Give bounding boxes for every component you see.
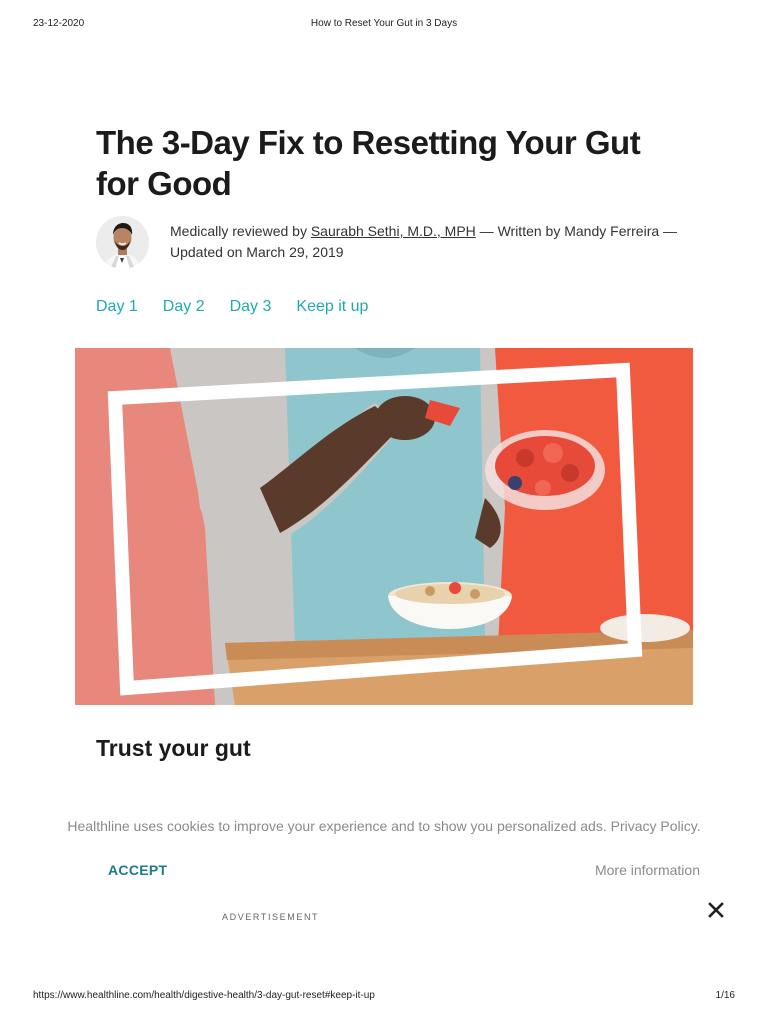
byline-text: Medically reviewed by Saurabh Sethi, M.D… [170, 221, 680, 263]
page-url: https://www.healthline.com/health/digest… [33, 990, 375, 1001]
reviewer-link[interactable]: Saurabh Sethi, M.D., MPH [311, 223, 476, 239]
day-nav-keep-it-up[interactable]: Keep it up [296, 296, 368, 318]
section-heading: Trust your gut [96, 735, 251, 761]
hero-image [75, 348, 693, 705]
cookie-text: Healthline uses cookies to improve your … [0, 816, 768, 836]
cookie-message: Healthline uses cookies to improve your … [67, 818, 607, 834]
reviewer-avatar [96, 216, 149, 269]
day-nav-day-3[interactable]: Day 3 [230, 296, 272, 318]
day-nav-day-1[interactable]: Day 1 [96, 296, 138, 318]
accept-button[interactable]: ACCEPT [108, 860, 167, 880]
article-title: The 3-Day Fix to Resetting Your Gut for … [96, 124, 641, 202]
print-header: 23-12-2020 How to Reset Your Gut in 3 Da… [33, 18, 735, 32]
byline-prefix: Medically reviewed by [170, 223, 311, 239]
day-nav-day-2[interactable]: Day 2 [163, 296, 205, 318]
cookie-banner: Healthline uses cookies to improve your … [0, 800, 768, 980]
print-footer: https://www.healthline.com/health/digest… [33, 990, 735, 1004]
privacy-policy-link[interactable]: Privacy Policy. [611, 818, 701, 834]
more-information-link[interactable]: More information [595, 860, 700, 880]
advertisement-label: ADVERTISEMENT [222, 912, 320, 922]
close-icon[interactable] [706, 900, 726, 920]
byline: Medically reviewed by Saurabh Sethi, M.D… [96, 215, 696, 275]
page-number: 1/16 [715, 990, 735, 1001]
print-doc-title: How to Reset Your Gut in 3 Days [310, 18, 458, 29]
day-nav: Day 1 Day 2 Day 3 Keep it up [96, 296, 393, 318]
